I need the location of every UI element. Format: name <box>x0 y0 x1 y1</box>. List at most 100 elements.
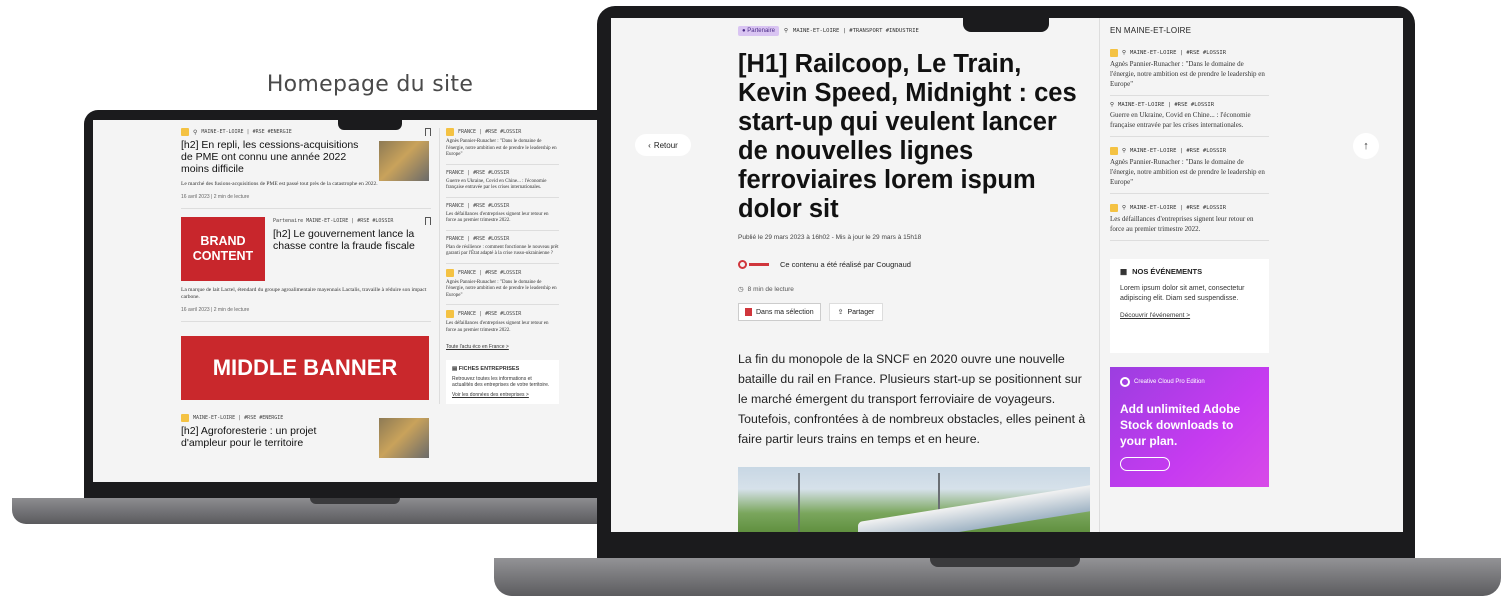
article-actions: Dans ma sélection ⇪ Partager <box>738 303 1090 321</box>
card-title: FICHES ENTREPRISES <box>458 366 520 372</box>
location-pin-icon: ⚲ <box>783 28 789 34</box>
article-sidebar: EN MAINE-ET-LOIRE ⚲ MAINE-ET-LOIRE | #RSE… <box>1099 18 1279 532</box>
all-news-link[interactable]: Toute l'actu éco en France > <box>446 344 559 350</box>
events-title: NOS ÉVÉNEMENTS <box>1132 267 1203 276</box>
location-pin-icon: ⚲ <box>1122 50 1127 56</box>
sidebar-item[interactable]: FRANCE | #RSE #LOSSIR Guerre en Ukraine,… <box>446 170 559 192</box>
tag-text: MAINE-ET-LOIRE | #RSE #LOSSIR <box>1130 205 1227 211</box>
company-sheets-card: ▤ FICHES ENTREPRISES Retrouvez toutes le… <box>446 360 559 404</box>
divider <box>446 229 559 231</box>
article-tags: Partenaire MAINE-ET-LOIRE | #RSE #LOSSIR <box>273 217 431 225</box>
category-badge <box>1110 49 1118 57</box>
homepage-sidebar: FRANCE | #RSE #LOSSIR Agnès Pannier-Runa… <box>439 128 559 404</box>
button-label: Dans ma sélection <box>756 308 814 316</box>
category-badge <box>446 128 454 136</box>
sidebar-item[interactable]: FRANCE | #RSE #LOSSIR Les défaillances d… <box>446 310 559 334</box>
middle-banner[interactable]: MIDDLE BANNER <box>181 336 429 400</box>
document-icon: ▤ <box>452 366 459 372</box>
article-thumbnail[interactable] <box>379 141 429 181</box>
homepage-main-column: ⚲ MAINE-ET-LOIRE | #RSE #ENERGIE [h2] En… <box>181 128 431 458</box>
article-date: Publié le 29 mars 2023 à 16h02 - Mis à j… <box>738 234 922 241</box>
button-label: Partager <box>847 308 875 316</box>
sidebar-item[interactable]: ⚲ MAINE-ET-LOIRE | #RSE #LOSSIR Les défai… <box>1110 204 1269 234</box>
bookmark-icon[interactable] <box>425 217 431 225</box>
sidebar-item-text: Agnès Pannier-Runacher : "Dans le domain… <box>446 139 557 157</box>
location-pin-icon: ⚲ <box>1110 102 1115 108</box>
tag-text: FRANCE | #RSE #LOSSIR <box>458 269 522 276</box>
laptop-right-base-lip <box>930 558 1080 567</box>
sponsor-logo <box>738 257 772 271</box>
ad-cta-button[interactable] <box>1120 457 1170 471</box>
partner-badge: ● Partenaire <box>738 26 779 36</box>
discover-event-link[interactable]: Découvrir l'événement > <box>1120 312 1259 319</box>
article-meta: 16 avril 2023 | 2 min de lecture <box>181 194 250 200</box>
calendar-icon: ▦ <box>1120 267 1128 276</box>
sidebar-item[interactable]: FRANCE | #RSE #LOSSIR Les défaillances d… <box>446 203 559 225</box>
category-badge <box>1110 204 1118 212</box>
sidebar-item-text: Les défaillances d'entreprises signent l… <box>1110 215 1254 233</box>
creative-cloud-logo-icon <box>1120 377 1130 387</box>
company-data-link[interactable]: Voir les données des entreprises > <box>452 392 553 398</box>
divider <box>446 163 559 165</box>
article-title[interactable]: [h2] Agroforesterie : un projet d'ampleu… <box>181 425 361 449</box>
share-icon: ⇪ <box>837 309 844 316</box>
tag-text: MAINE-ET-LOIRE | #RSE #LOSSIR <box>1130 148 1227 154</box>
article-title: [H1] Railcoop, Le Train, Kevin Speed, Mi… <box>738 50 1077 223</box>
article-title[interactable]: [h2] En repli, les cessions-acquisitions… <box>181 139 361 175</box>
location-pin-icon: ⚲ <box>1122 205 1127 211</box>
category-badge <box>181 414 189 422</box>
events-text: Lorem ipsum dolor sit amet, consectetur … <box>1120 285 1245 302</box>
partner-label: Partenaire <box>747 28 775 34</box>
clock-icon: ◷ <box>738 286 744 293</box>
tag-text: MAINE-ET-LOIRE | #RSE #LOSSIR <box>1118 102 1215 108</box>
article-title[interactable]: [h2] Le gouvernement lance la chasse con… <box>273 228 431 252</box>
tag-text[interactable]: MAINE-ET-LOIRE | #TRANSPORT #INDUSTRIE <box>793 28 919 34</box>
divider <box>1110 193 1269 194</box>
article-photo <box>738 467 1090 532</box>
tag-text: FRANCE | #RSE #LOSSIR <box>446 169 510 176</box>
sidebar-item[interactable]: ⚲ MAINE-ET-LOIRE | #RSE #LOSSIR Agnès Pan… <box>1110 49 1269 89</box>
brand-content-block[interactable]: BRAND CONTENT <box>181 217 265 281</box>
photo-detail <box>798 473 800 532</box>
sidebar-item[interactable]: ⚲ MAINE-ET-LOIRE | #RSE #LOSSIR Agnès Pan… <box>1110 147 1269 187</box>
article-meta: 16 avril 2023 | 2 min de lecture <box>181 307 250 313</box>
sidebar-item-text: Guerre en Ukraine, Covid en Chine... : l… <box>1110 111 1251 129</box>
laptop-right-screen: ‹ Retour ↑ ● Partenaire ⚲ MAINE-ET-LOIRE… <box>611 18 1403 532</box>
divider <box>1110 240 1269 241</box>
tag-text: FRANCE | #RSE #LOSSIR <box>458 129 522 135</box>
scroll-top-button[interactable]: ↑ <box>1353 133 1379 159</box>
tag-text: FRANCE | #RSE #LOSSIR <box>446 235 510 242</box>
category-badge <box>1110 147 1118 155</box>
tag-text: MAINE-ET-LOIRE | #RSE #ENERGIE <box>201 129 292 135</box>
add-to-selection-button[interactable]: Dans ma sélection <box>738 303 821 321</box>
laptop-left-screen: ⚲ MAINE-ET-LOIRE | #RSE #ENERGIE [h2] En… <box>93 120 605 482</box>
laptop-left-base-lip <box>310 498 400 504</box>
divider <box>446 196 559 198</box>
reading-time-text: 8 min de lecture <box>747 285 794 293</box>
bookmark-icon <box>745 308 752 316</box>
back-button[interactable]: ‹ Retour <box>635 134 691 156</box>
events-card: ▦ NOS ÉVÉNEMENTS Lorem ipsum dolor sit am… <box>1110 259 1269 353</box>
caption: Homepage du site <box>266 72 474 97</box>
divider <box>181 208 431 209</box>
sponsor-text: Ce contenu a été réalisé par Cougnaud <box>780 259 911 269</box>
divider <box>446 304 559 305</box>
sponsor-line: Ce contenu a été réalisé par Cougnaud <box>738 257 1090 271</box>
sidebar-item[interactable]: FRANCE | #RSE #LOSSIR Agnès Pannier-Runa… <box>446 268 559 300</box>
sidebar-title: EN MAINE-ET-LOIRE <box>1110 26 1192 35</box>
sidebar-item[interactable]: FRANCE | #RSE #LOSSIR Plan de résilience… <box>446 236 559 258</box>
category-badge <box>446 310 454 318</box>
sidebar-item-text: Les défaillances d'entreprises signent l… <box>446 211 549 224</box>
card-text: Retrouvez toutes les informations et act… <box>452 376 550 388</box>
sidebar-item-text: Plan de résilience : comment fonctionne … <box>446 244 559 257</box>
photo-detail <box>858 483 1090 532</box>
adobe-ad[interactable]: Creative Cloud Pro Edition Add unlimited… <box>1110 367 1269 487</box>
sidebar-item[interactable]: ⚲ MAINE-ET-LOIRE | #RSE #LOSSIR Guerre en… <box>1110 102 1269 130</box>
article-thumbnail[interactable] <box>379 418 429 458</box>
reading-time: ◷ 8 min de lecture <box>738 285 1090 294</box>
share-button[interactable]: ⇪ Partager <box>828 303 884 321</box>
back-label: Retour <box>653 140 678 150</box>
sidebar-item-text: Agnès Pannier-Runacher : "Dans le domain… <box>1110 60 1265 88</box>
sidebar-item[interactable]: FRANCE | #RSE #LOSSIR Agnès Pannier-Runa… <box>446 128 559 159</box>
bookmark-icon[interactable] <box>425 128 431 136</box>
